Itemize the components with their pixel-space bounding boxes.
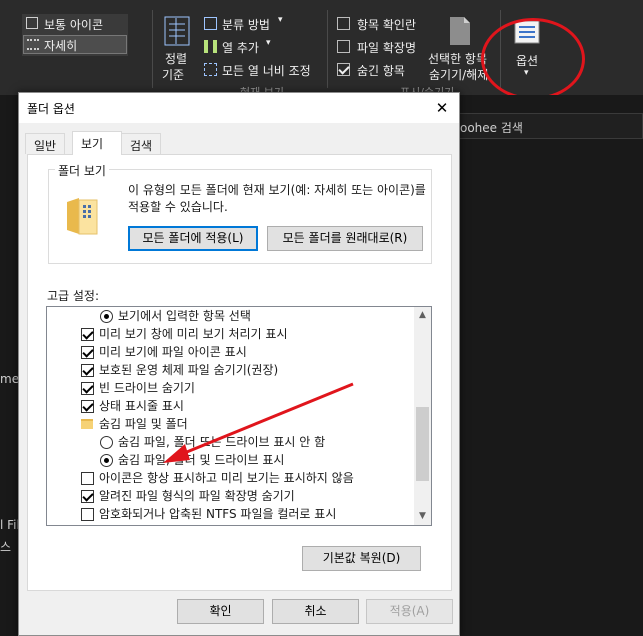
chevron-down-icon: ▾ xyxy=(266,38,271,48)
folder-views-group: 폴더 보기 이 유형의 모든 폴더에 현재 보기(예: 자세히 또는 아이콘)를… xyxy=(48,162,432,264)
bg-text-fragment: me xyxy=(0,372,20,386)
reset-folders-button[interactable]: 모든 폴더를 원래대로(R) xyxy=(267,226,423,251)
hide-selected-icon xyxy=(450,17,470,45)
setting-checkbox[interactable] xyxy=(81,382,94,395)
setting-checkbox[interactable] xyxy=(81,472,94,485)
setting-radio[interactable] xyxy=(100,436,113,449)
setting-checkbox[interactable] xyxy=(81,490,94,503)
advanced-setting-row: 숨김 파일 및 폴더 xyxy=(47,415,416,433)
sort-icon xyxy=(164,16,190,46)
scroll-thumb[interactable] xyxy=(416,407,429,481)
advanced-setting-row[interactable]: 알려진 파일 형식의 파일 확장명 숨기기 xyxy=(47,487,416,505)
scroll-up-icon[interactable]: ▲ xyxy=(414,307,431,324)
folder-views-icon xyxy=(67,198,98,235)
add-columns-icon xyxy=(204,40,217,53)
advanced-setting-row[interactable]: 아이콘은 항상 표시하고 미리 보기는 표시하지 않음 xyxy=(47,469,416,487)
file-extensions-checkbox[interactable] xyxy=(337,40,350,53)
setting-checkbox[interactable] xyxy=(81,400,94,413)
sort-by-label-2[interactable]: 기준 xyxy=(162,66,184,83)
hide-selected-label-2[interactable]: 숨기기/해제 xyxy=(429,66,488,83)
apply-to-folders-button[interactable]: 모든 폴더에 적용(L) xyxy=(128,226,258,251)
item-checkboxes-checkbox[interactable] xyxy=(337,17,350,30)
file-extensions-label: 파일 확장명 xyxy=(357,41,417,55)
advanced-setting-row[interactable]: 암호화되거나 압축된 NTFS 파일을 컬러로 표시 xyxy=(47,505,416,523)
tab-search[interactable]: 검색 xyxy=(121,133,162,154)
setting-label: 아이콘은 항상 표시하고 미리 보기는 표시하지 않음 xyxy=(99,471,354,485)
layout-details[interactable]: 자세히 xyxy=(44,37,77,54)
setting-checkbox[interactable] xyxy=(81,364,94,377)
apply-button[interactable]: 적용(A) xyxy=(366,599,453,624)
hide-selected-label-1[interactable]: 선택한 항목 xyxy=(428,50,487,67)
details-icon xyxy=(27,39,39,50)
sort-by-label-1[interactable]: 정렬 xyxy=(165,50,187,67)
advanced-setting-row[interactable]: 미리 보기 창에 미리 보기 처리기 표시 xyxy=(47,325,416,343)
setting-label: 미리 보기에 파일 아이콘 표시 xyxy=(99,345,247,359)
advanced-settings-list[interactable]: 보기에서 입력한 항목 선택미리 보기 창에 미리 보기 처리기 표시미리 보기… xyxy=(46,306,432,526)
highlight-circle-annotation xyxy=(481,18,585,100)
fit-columns-button[interactable]: 모든 열 너비 조정 xyxy=(222,62,311,79)
folder-views-description: 이 유형의 모든 폴더에 현재 보기(예: 자세히 또는 아이콘)를 적용할 수… xyxy=(128,183,426,214)
advanced-setting-row[interactable]: 제목 표시줄에 전체 경로 표시 xyxy=(47,523,416,525)
ribbon-separator xyxy=(152,10,153,88)
restore-defaults-button[interactable]: 기본값 복원(D) xyxy=(302,546,421,571)
add-columns-button[interactable]: 열 추가 xyxy=(222,39,259,56)
search-placeholder: oohee 검색 xyxy=(460,121,523,135)
close-icon[interactable]: ✕ xyxy=(431,97,453,119)
setting-radio[interactable] xyxy=(100,454,113,467)
advanced-list-scrollbar[interactable]: ▲ ▼ xyxy=(414,307,431,525)
dialog-titlebar[interactable]: 폴더 옵션 ✕ xyxy=(19,93,459,123)
advanced-settings-label: 고급 설정: xyxy=(47,289,100,303)
setting-label: 숨김 파일, 폴더 또는 드라이브 표시 안 함 xyxy=(118,435,326,449)
tab-view[interactable]: 보기 xyxy=(72,131,122,155)
setting-radio[interactable] xyxy=(100,310,113,323)
setting-label: 상태 표시줄 표시 xyxy=(99,399,184,413)
group-by-icon xyxy=(204,17,217,30)
medium-icons-icon xyxy=(26,17,38,29)
ok-button[interactable]: 확인 xyxy=(177,599,264,624)
advanced-setting-row[interactable]: 미리 보기에 파일 아이콘 표시 xyxy=(47,343,416,361)
tab-search-label: 검색 xyxy=(130,139,153,153)
setting-label: 제목 표시줄에 전체 경로 표시 xyxy=(99,523,247,525)
setting-label: 암호화되거나 압축된 NTFS 파일을 컬러로 표시 xyxy=(99,507,337,521)
tab-view-label: 보기 xyxy=(81,137,104,151)
bg-text-fragment: l Fil xyxy=(0,518,20,532)
tab-general-label: 일반 xyxy=(34,139,57,153)
setting-label: 빈 드라이브 숨기기 xyxy=(99,381,195,395)
cancel-button[interactable]: 취소 xyxy=(272,599,359,624)
setting-label: 숨김 파일 및 폴더 xyxy=(99,417,188,431)
setting-label: 미리 보기 창에 미리 보기 처리기 표시 xyxy=(99,327,288,341)
group-by-button[interactable]: 분류 방법 xyxy=(222,16,270,33)
view-tab-panel: 폴더 보기 이 유형의 모든 폴더에 현재 보기(예: 자세히 또는 아이콘)를… xyxy=(27,154,452,591)
folder-options-dialog: 폴더 옵션 ✕ 일반 보기 검색 폴더 보기 이 유형의 모든 폴더에 현재 보… xyxy=(18,92,460,636)
layout-medium-icons[interactable]: 보통 아이콘 xyxy=(44,16,103,33)
fit-columns-icon xyxy=(204,63,217,76)
advanced-setting-row[interactable]: 상태 표시줄 표시 xyxy=(47,397,416,415)
advanced-setting-row[interactable]: 숨김 파일, 폴더 또는 드라이브 표시 안 함 xyxy=(47,433,416,451)
bg-text-fragment: 스 xyxy=(0,540,12,554)
dialog-title: 폴더 옵션 xyxy=(27,102,75,116)
advanced-setting-row[interactable]: 보호된 운영 체제 파일 숨기기(권장) xyxy=(47,361,416,379)
tab-general[interactable]: 일반 xyxy=(25,133,66,154)
folder-icon xyxy=(81,419,93,429)
setting-checkbox[interactable] xyxy=(81,346,94,359)
chevron-down-icon: ▾ xyxy=(278,15,283,25)
hidden-items-checkbox[interactable] xyxy=(337,63,350,76)
folder-views-legend: 폴더 보기 xyxy=(55,162,109,179)
setting-label: 보기에서 입력한 항목 선택 xyxy=(118,309,251,323)
scroll-down-icon[interactable]: ▼ xyxy=(414,508,431,525)
advanced-setting-row[interactable]: 보기에서 입력한 항목 선택 xyxy=(47,307,416,325)
hidden-items-label: 숨긴 항목 xyxy=(357,64,405,78)
setting-checkbox[interactable] xyxy=(81,328,94,341)
advanced-setting-row[interactable]: 숨김 파일, 폴더 및 드라이브 표시 xyxy=(47,451,416,469)
ribbon-separator xyxy=(327,10,328,88)
setting-label: 숨김 파일, 폴더 및 드라이브 표시 xyxy=(118,453,285,467)
advanced-setting-row[interactable]: 빈 드라이브 숨기기 xyxy=(47,379,416,397)
item-checkboxes-label: 항목 확인란 xyxy=(357,18,417,32)
setting-checkbox[interactable] xyxy=(81,508,94,521)
setting-label: 보호된 운영 체제 파일 숨기기(권장) xyxy=(99,363,279,377)
setting-label: 알려진 파일 형식의 파일 확장명 숨기기 xyxy=(99,489,295,503)
